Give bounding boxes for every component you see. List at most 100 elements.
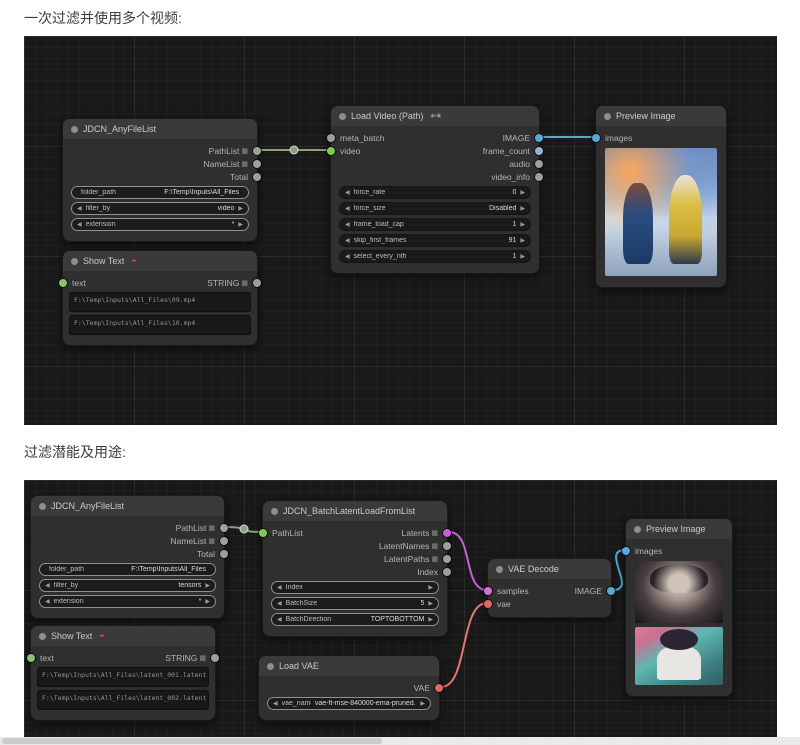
node-load-vae[interactable]: Load VAEVAE◀vae_namevae-ft-mse-840000-em… [258,655,440,721]
collapse-dot-icon[interactable] [634,526,641,533]
widget-batchsize[interactable]: ◀BatchSize5▶ [271,597,439,610]
increment-arrow-icon[interactable]: ▶ [520,253,525,260]
output-port-total[interactable] [220,550,228,558]
node-jdcn-anyfilelist[interactable]: JDCN_AnyFileListPathList▦NameList▦Totalf… [62,118,258,242]
node-title-bar[interactable]: JDCN_AnyFileList [31,496,224,516]
widget-extension[interactable]: ◀extension*▶ [71,218,249,231]
widget-folder-path[interactable]: folder_pathF:\Temp\Inputs\All_Files [71,186,249,199]
output-port-frame-count[interactable] [535,147,543,155]
decrement-arrow-icon[interactable]: ◀ [77,221,82,228]
reroute-dot[interactable] [290,146,298,154]
decrement-arrow-icon[interactable]: ◀ [277,600,282,607]
decrement-arrow-icon[interactable]: ◀ [77,205,82,212]
node-title-bar[interactable]: Load Video (Path)◉ + ▣ [331,106,539,126]
widget-vae-name[interactable]: ◀vae_namevae-ft-mse-840000-ema-pruned.ck… [267,697,431,710]
widget-skip-first-frames[interactable]: ◀skip_first_frames91▶ [339,234,531,247]
node-preview-image[interactable]: Preview Imageimages [595,105,727,288]
node-title-bar[interactable]: Show Text●● [31,626,215,646]
output-port-image[interactable] [607,587,615,595]
decrement-arrow-icon[interactable]: ◀ [345,253,350,260]
output-port-video-info[interactable] [535,173,543,181]
node-title-bar[interactable]: Show Text●● [63,251,257,271]
increment-arrow-icon[interactable]: ▶ [520,237,525,244]
increment-arrow-icon[interactable]: ▶ [520,189,525,196]
widget-index[interactable]: ◀Index▶ [271,581,439,594]
output-port-latents[interactable] [443,529,451,537]
node-graph-canvas-latents[interactable]: JDCN_AnyFileListPathList▦NameList▦Totalf… [24,480,777,737]
reroute-dot[interactable] [240,525,248,533]
input-port-pathlist[interactable] [259,529,267,537]
widget-filter-by[interactable]: ◀filter_bytensors▶ [39,579,216,592]
collapse-dot-icon[interactable] [71,258,78,265]
input-port-text[interactable] [27,654,35,662]
collapse-dot-icon[interactable] [39,633,46,640]
input-port-text[interactable] [59,279,67,287]
input-port-images[interactable] [592,134,600,142]
decrement-arrow-icon[interactable]: ◀ [345,237,350,244]
node-title-bar[interactable]: JDCN_BatchLatentLoadFromList [263,501,447,521]
increment-arrow-icon[interactable]: ▶ [520,205,525,212]
node-title-bar[interactable]: Load VAE [259,656,439,676]
decrement-arrow-icon[interactable]: ◀ [45,582,50,589]
output-port-audio[interactable] [535,160,543,168]
output-port-vae[interactable] [435,684,443,692]
increment-arrow-icon[interactable]: ▶ [238,205,243,212]
collapse-dot-icon[interactable] [71,126,78,133]
increment-arrow-icon[interactable]: ▶ [238,221,243,228]
widget-folder-path[interactable]: folder_pathF:\Temp\Inputs\All_Files [39,563,216,576]
node-title-bar[interactable]: Preview Image [626,519,732,539]
output-port-string[interactable] [253,279,261,287]
increment-arrow-icon[interactable]: ▶ [420,700,425,707]
node-graph-canvas-videos[interactable]: JDCN_AnyFileListPathList▦NameList▦Totalf… [24,36,777,425]
decrement-arrow-icon[interactable]: ◀ [345,221,350,228]
node-show-text[interactable]: Show Text●●textSTRING▦F:\Temp\Inputs\All… [30,625,216,721]
node-preview-image[interactable]: Preview Imageimages [625,518,733,697]
decrement-arrow-icon[interactable]: ◀ [345,205,350,212]
widget-select-every-nth[interactable]: ◀select_every_nth1▶ [339,250,531,263]
increment-arrow-icon[interactable]: ▶ [428,616,433,623]
widget-extension[interactable]: ◀extension*▶ [39,595,216,608]
node-vae-decode[interactable]: VAE DecodesamplesIMAGEvae [487,558,612,618]
increment-arrow-icon[interactable]: ▶ [428,584,433,591]
collapse-dot-icon[interactable] [271,508,278,515]
node-title-bar[interactable]: VAE Decode [488,559,611,579]
input-port-vae[interactable] [484,600,492,608]
input-port-meta-batch[interactable] [327,134,335,142]
output-port-string[interactable] [211,654,219,662]
decrement-arrow-icon[interactable]: ◀ [277,616,282,623]
collapse-dot-icon[interactable] [267,663,274,670]
output-port-latentnames[interactable] [443,542,451,550]
decrement-arrow-icon[interactable]: ◀ [345,189,350,196]
output-port-image[interactable] [535,134,543,142]
decrement-arrow-icon[interactable]: ◀ [277,584,282,591]
widget-force-size[interactable]: ◀force_sizeDisabled▶ [339,202,531,215]
node-title-bar[interactable]: Preview Image [596,106,726,126]
collapse-dot-icon[interactable] [339,113,346,120]
output-port-latentpaths[interactable] [443,555,451,563]
decrement-arrow-icon[interactable]: ◀ [45,598,50,605]
widget-force-rate[interactable]: ◀force_rate0▶ [339,186,531,199]
output-port-namelist[interactable] [220,537,228,545]
widget-frame-load-cap[interactable]: ◀frame_load_cap1▶ [339,218,531,231]
increment-arrow-icon[interactable]: ▶ [520,221,525,228]
output-port-total[interactable] [253,173,261,181]
horizontal-scrollbar[interactable] [0,737,800,745]
output-port-pathlist[interactable] [253,147,261,155]
output-port-pathlist[interactable] [220,524,228,532]
widget-filter-by[interactable]: ◀filter_byvideo▶ [71,202,249,215]
output-port-index[interactable] [443,568,451,576]
node-load-video-path[interactable]: Load Video (Path)◉ + ▣meta_batchIMAGEvid… [330,105,540,274]
collapse-dot-icon[interactable] [39,503,46,510]
node-jdcn-anyfilelist[interactable]: JDCN_AnyFileListPathList▦NameList▦Totalf… [30,495,225,619]
input-port-video[interactable] [327,147,335,155]
output-port-namelist[interactable] [253,160,261,168]
node-title-bar[interactable]: JDCN_AnyFileList [63,119,257,139]
input-port-images[interactable] [622,547,630,555]
increment-arrow-icon[interactable]: ▶ [205,598,210,605]
widget-batchdirection[interactable]: ◀BatchDirectionTOPTOBOTTOM▶ [271,613,439,626]
increment-arrow-icon[interactable]: ▶ [205,582,210,589]
collapse-dot-icon[interactable] [496,566,503,573]
scrollbar-thumb[interactable] [2,738,382,744]
node-show-text[interactable]: Show Text●●textSTRING▦F:\Temp\Inputs\All… [62,250,258,346]
input-port-samples[interactable] [484,587,492,595]
